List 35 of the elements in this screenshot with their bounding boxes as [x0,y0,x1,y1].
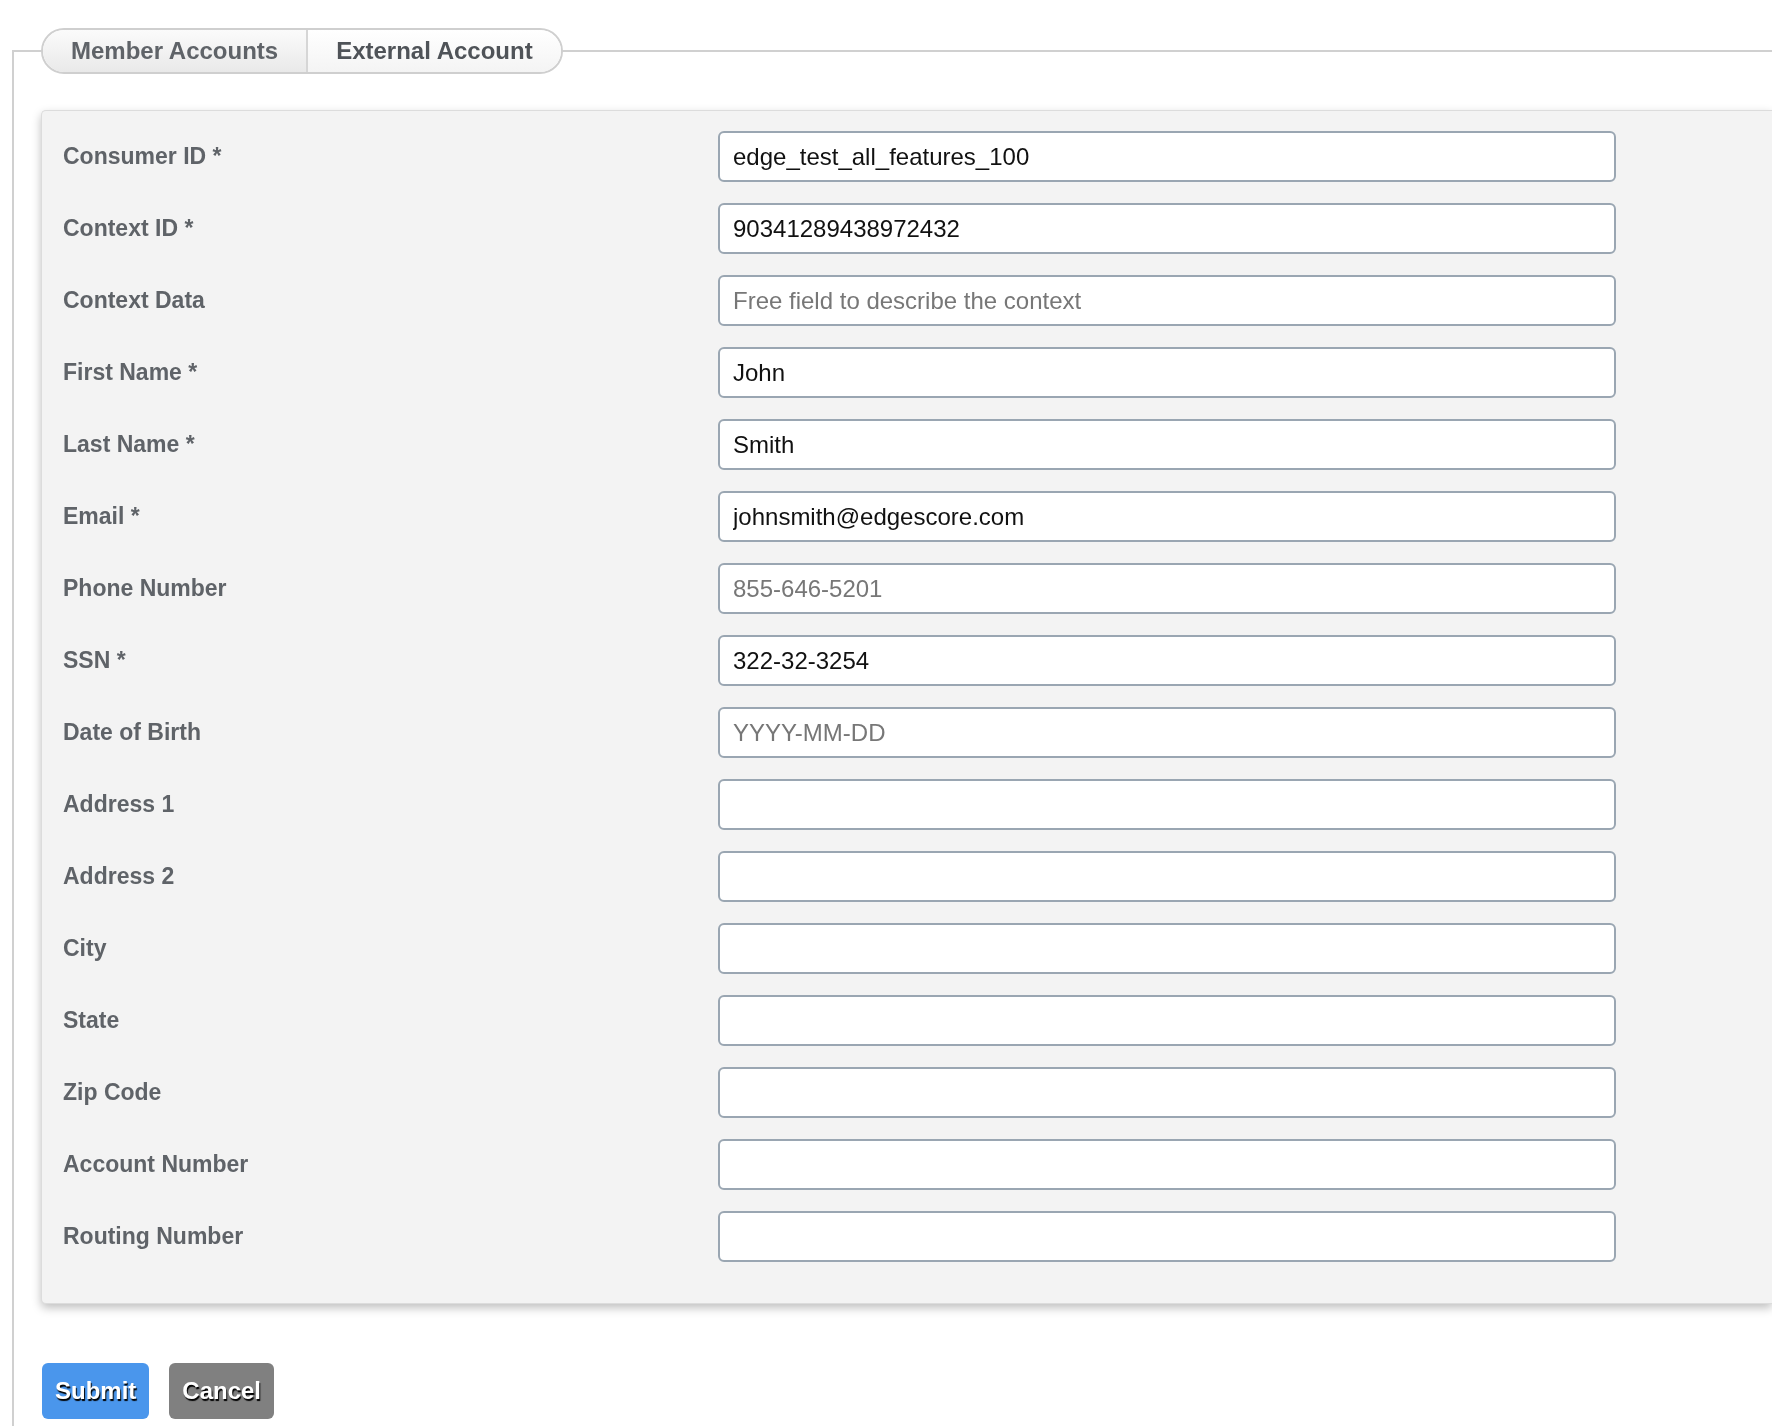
input-field[interactable]: YYYY-MM-DD [718,707,1616,758]
input-field[interactable]: johnsmith@edgescore.com [718,491,1616,542]
input-field[interactable] [718,851,1616,902]
field-label: Phone Number [63,575,228,602]
input-field[interactable] [718,1139,1616,1190]
field-label: Address 1 [63,791,176,818]
field-label: Account Number [63,1151,250,1178]
field-label: Address 2 [63,863,176,890]
field-label: First Name * [63,359,199,386]
field-label: Email * [63,503,141,530]
input-field[interactable]: edge_test_all_features_100 [718,131,1616,182]
input-field[interactable]: John [718,347,1616,398]
cancel-button[interactable]: Cancel [169,1363,275,1419]
input-field[interactable] [718,923,1616,974]
field-label: City [63,935,108,962]
input-field[interactable] [718,1067,1616,1118]
field-label: SSN * [63,647,127,674]
input-field[interactable]: Free field to describe the context [718,275,1616,326]
input-field[interactable]: Smith [718,419,1616,470]
input-field[interactable]: 322-32-3254 [718,635,1616,686]
field-label: Context ID * [63,215,195,242]
input-field[interactable] [718,779,1616,830]
tab[interactable]: External Account [306,30,561,72]
field-label: Consumer ID * [63,143,223,170]
field-label: Zip Code [63,1079,163,1106]
field-label: Context Data [63,287,206,314]
tab[interactable]: Member Accounts [43,30,307,72]
input-field[interactable]: 855-646-5201 [718,563,1616,614]
field-label: State [63,1007,121,1034]
input-field[interactable] [718,1211,1616,1262]
field-label: Date of Birth [63,719,202,746]
input-field[interactable]: 90341289438972432 [718,203,1616,254]
field-label: Last Name * [63,431,196,458]
field-label: Routing Number [63,1223,245,1250]
input-field[interactable] [718,995,1616,1046]
